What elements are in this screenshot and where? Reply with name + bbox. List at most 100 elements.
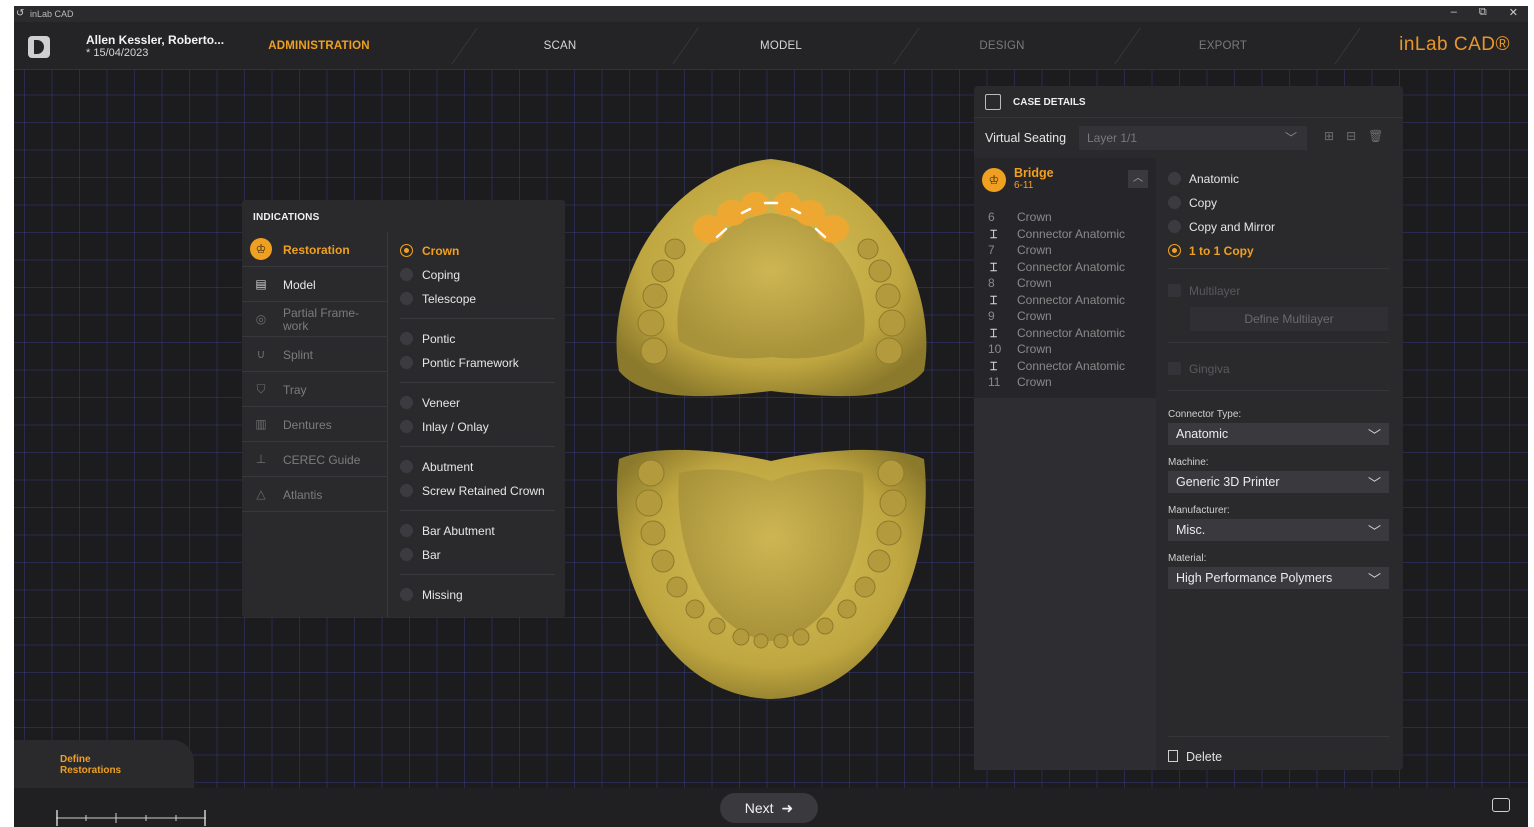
divider [1168,268,1389,269]
type-abutment[interactable]: Abutment [400,460,473,474]
arrow-right-icon: ➜ [781,800,794,816]
guide-icon: ⊥ [255,452,267,466]
category-dentures[interactable]: ▥ Dentures [242,407,388,442]
category-partial-framework[interactable]: ◎ Partial Frame-work [242,302,388,337]
radio-selected [400,244,413,257]
radio [400,332,413,345]
step-scan[interactable]: SCAN [470,40,650,52]
option-1-to-1-copy[interactable]: 1 to 1 Copy [1168,244,1254,258]
type-crown[interactable]: Crown [400,244,459,258]
add-layer-icon[interactable]: ⊞ [1324,129,1334,143]
layer-value: Layer 1/1 [1087,131,1138,145]
type-inlay-onlay[interactable]: Inlay / Onlay [400,420,489,434]
dentsply-logo-icon[interactable] [28,36,50,58]
radio [1168,220,1181,233]
define-multilayer-button[interactable]: Define Multilayer [1190,307,1388,331]
layer-tools: ⊞ ⊟ 🗑 [1324,129,1383,143]
radio [1168,196,1181,209]
bridge-entry[interactable]: ♔ Bridge 6-11 ︿ 6 Crown ⌶ Connector Anatom… [974,158,1156,398]
step-administration[interactable]: ADMINISTRATION [229,40,409,52]
define-restorations-tab[interactable]: Define Restorations [14,740,194,788]
category-model[interactable]: ▤ Model [242,267,388,302]
divider [400,510,555,511]
machine-select[interactable]: Generic 3D Printer ﹀ [1168,471,1389,493]
multilayer-checkbox[interactable]: Multilayer [1168,284,1240,298]
type-screw-retained-crown[interactable]: Screw Retained Crown [400,484,545,498]
connector-type-select[interactable]: Anatomic ﹀ [1168,423,1389,445]
member-label: Connector Anatomic [1017,358,1126,373]
option-copy-and-mirror[interactable]: Copy and Mirror [1168,220,1275,234]
lower-jaw-model[interactable] [616,449,926,699]
indication-categories: ♔ Restoration ▤ Model ◎ Partial Frame-wo… [242,232,388,617]
option-anatomic[interactable]: Anatomic [1168,172,1239,186]
type-label: Pontic Framework [422,356,519,370]
category-tray[interactable]: ⛉ Tray [242,372,388,407]
patient-name[interactable]: Allen Kessler, Roberto... [86,33,224,47]
atlantis-icon: △ [256,487,266,501]
member-label: Crown [1017,309,1052,323]
divider [400,318,555,319]
checkbox [1168,362,1181,375]
close-button[interactable]: ✕ [1509,6,1518,19]
type-bar[interactable]: Bar [400,548,441,562]
upper-jaw-model[interactable] [616,159,927,397]
remove-layer-icon[interactable]: ⊟ [1346,129,1356,143]
indication-types: Crown Coping Telescope Pontic Pontic Fra… [388,232,565,617]
jaw-models-viewport[interactable] [599,151,944,701]
chat-icon[interactable] [1492,798,1510,812]
radio [400,396,413,409]
category-label: Atlantis [283,488,323,502]
member-label: Connector Anatomic [1017,325,1126,340]
material-select[interactable]: High Performance Polymers ﹀ [1168,567,1389,589]
member-label: Connector Anatomic [1017,226,1126,241]
chevron-down-icon: ﹀ [1284,131,1297,145]
case-details-title: CASE DETAILS [1013,97,1086,108]
category-cerec-guide[interactable]: ⊥ CEREC Guide [242,442,388,477]
step-model[interactable]: MODEL [691,40,871,52]
type-pontic-framework[interactable]: Pontic Framework [400,356,519,370]
title-bar: ↺ inLab CAD – ⧉ ✕ [14,6,1528,22]
radio [400,524,413,537]
radio [1168,172,1181,185]
category-splint[interactable]: ∪ Splint [242,337,388,372]
select-value: High Performance Polymers [1176,571,1333,585]
model-icon: ▤ [255,277,267,291]
manufacturer-select[interactable]: Misc. ﹀ [1168,519,1389,541]
divider [1168,342,1389,343]
material-label: Material: [1168,553,1207,564]
layer-select[interactable]: Layer 1/1 ﹀ [1079,126,1307,150]
option-label: Anatomic [1189,172,1240,186]
category-label: Dentures [283,418,332,432]
type-coping[interactable]: Coping [400,268,460,282]
delete-button[interactable]: Delete [1168,750,1222,764]
member-label: Crown [1017,243,1052,257]
trash-icon[interactable]: 🗑 [1368,129,1383,143]
next-label: Next [744,800,774,816]
type-telescope[interactable]: Telescope [400,292,476,306]
app-window: ↺ inLab CAD – ⧉ ✕ Allen Kessler, Roberto… [14,6,1528,827]
tooth-number: 8 [988,276,995,290]
next-button[interactable]: Next ➜ [720,793,818,823]
step-export[interactable]: EXPORT [1133,40,1313,52]
type-label: Screw Retained Crown [422,484,545,498]
case-details-icon [985,94,1001,110]
type-missing[interactable]: Missing [400,588,463,602]
indications-title: INDICATIONS [253,212,320,223]
member-label: Connector Anatomic [1017,259,1126,274]
step-design[interactable]: DESIGN [912,40,1092,52]
category-atlantis[interactable]: △ Atlantis [242,477,388,512]
splint-icon: ∪ [256,347,266,361]
type-pontic[interactable]: Pontic [400,332,455,346]
category-restoration[interactable]: ♔ Restoration [242,232,388,267]
type-bar-abutment[interactable]: Bar Abutment [400,524,495,538]
gingiva-checkbox[interactable]: Gingiva [1168,362,1230,376]
minimize-button[interactable]: – [1451,6,1457,19]
option-copy[interactable]: Copy [1168,196,1217,210]
restore-button[interactable]: ⧉ [1479,6,1487,19]
tooth-number: 7 [988,243,995,257]
restoration-list-empty [974,398,1156,770]
type-veneer[interactable]: Veneer [400,396,460,410]
collapse-button[interactable]: ︿ [1128,170,1148,188]
indications-panel: INDICATIONS ♔ Restoration ▤ Model ◎ Part… [242,200,565,617]
connector-icon: ⌶ [990,226,998,241]
